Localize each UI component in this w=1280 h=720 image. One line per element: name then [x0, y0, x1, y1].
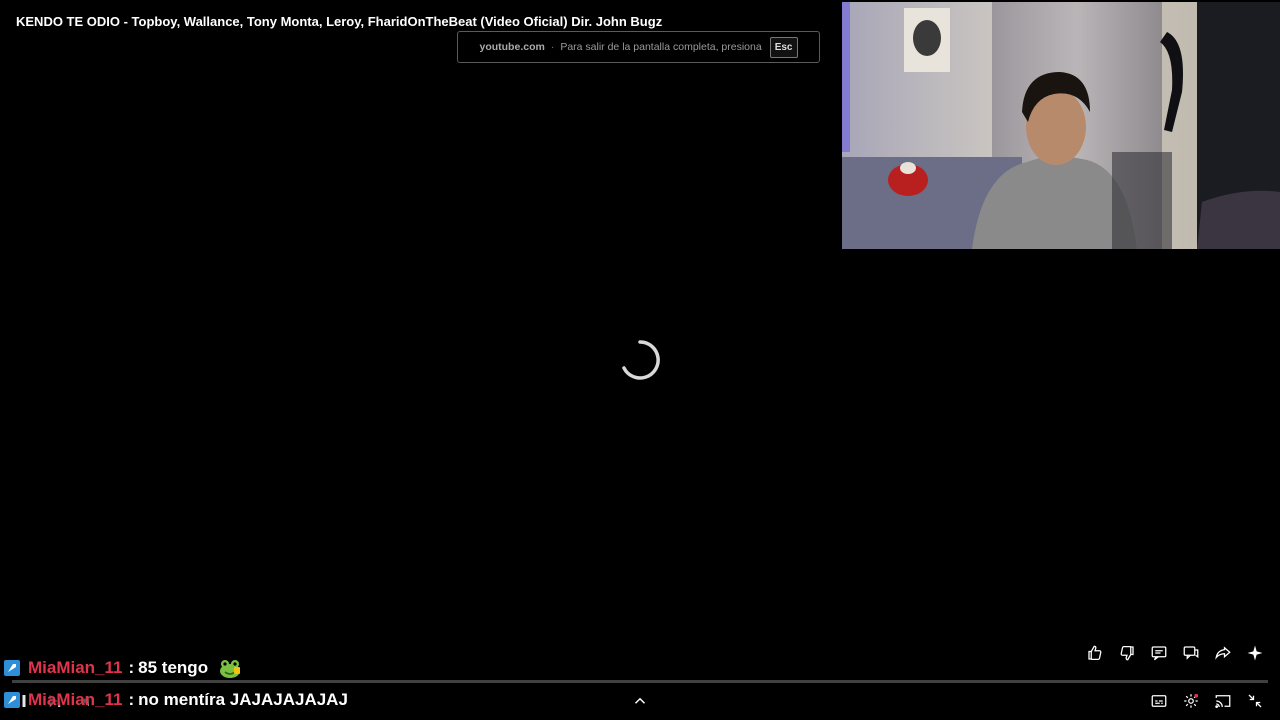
chat-text: 85 tengo — [138, 658, 209, 677]
chat-message: MiaMian_11 : no mentíra JAJAJAJAJAJ — [4, 690, 348, 710]
chevron-up-icon[interactable] — [631, 692, 649, 710]
chat-username: MiaMian_11 — [28, 690, 123, 709]
chat-colon: : — [128, 658, 135, 677]
notice-text: Para salir de la pantalla completa, pres… — [560, 41, 762, 53]
video-player[interactable]: KENDO TE ODIO - Topboy, Wallance, Tony M… — [0, 0, 1280, 720]
chat-username: MiaMian_11 — [28, 658, 123, 677]
subscriber-badge-icon — [4, 660, 20, 676]
progress-bar[interactable] — [12, 680, 1268, 683]
share-icon[interactable] — [1212, 641, 1234, 665]
subscriber-badge-icon — [4, 692, 20, 708]
notice-domain: youtube.com — [479, 41, 545, 53]
player-right-controls — [1148, 689, 1266, 713]
cast-icon[interactable] — [1212, 689, 1234, 713]
chat-text: no mentíra JAJAJAJAJAJ — [138, 690, 348, 709]
video-actions — [1084, 641, 1266, 665]
esc-key: Esc — [769, 36, 798, 58]
settings-icon[interactable] — [1180, 689, 1202, 713]
exit-fullscreen-icon[interactable] — [1244, 689, 1266, 713]
fullscreen-notice: youtube.com · Para salir de la pantalla … — [457, 31, 820, 63]
webcam-overlay — [842, 2, 1280, 249]
like-icon[interactable] — [1084, 641, 1106, 665]
frog-emote-icon — [220, 660, 241, 678]
notice-separator: · — [550, 41, 555, 53]
captions-icon[interactable] — [1148, 689, 1170, 713]
chat-icon[interactable] — [1180, 641, 1202, 665]
loading-spinner-icon — [622, 340, 660, 380]
dislike-icon[interactable] — [1116, 641, 1138, 665]
chat-colon: : — [128, 690, 135, 709]
comment-icon[interactable] — [1148, 641, 1170, 665]
chat-message: MiaMian_11 : 85 tengo — [4, 657, 242, 679]
video-title: KENDO TE ODIO - Topboy, Wallance, Tony M… — [16, 14, 663, 29]
sparkle-icon[interactable] — [1244, 641, 1266, 665]
